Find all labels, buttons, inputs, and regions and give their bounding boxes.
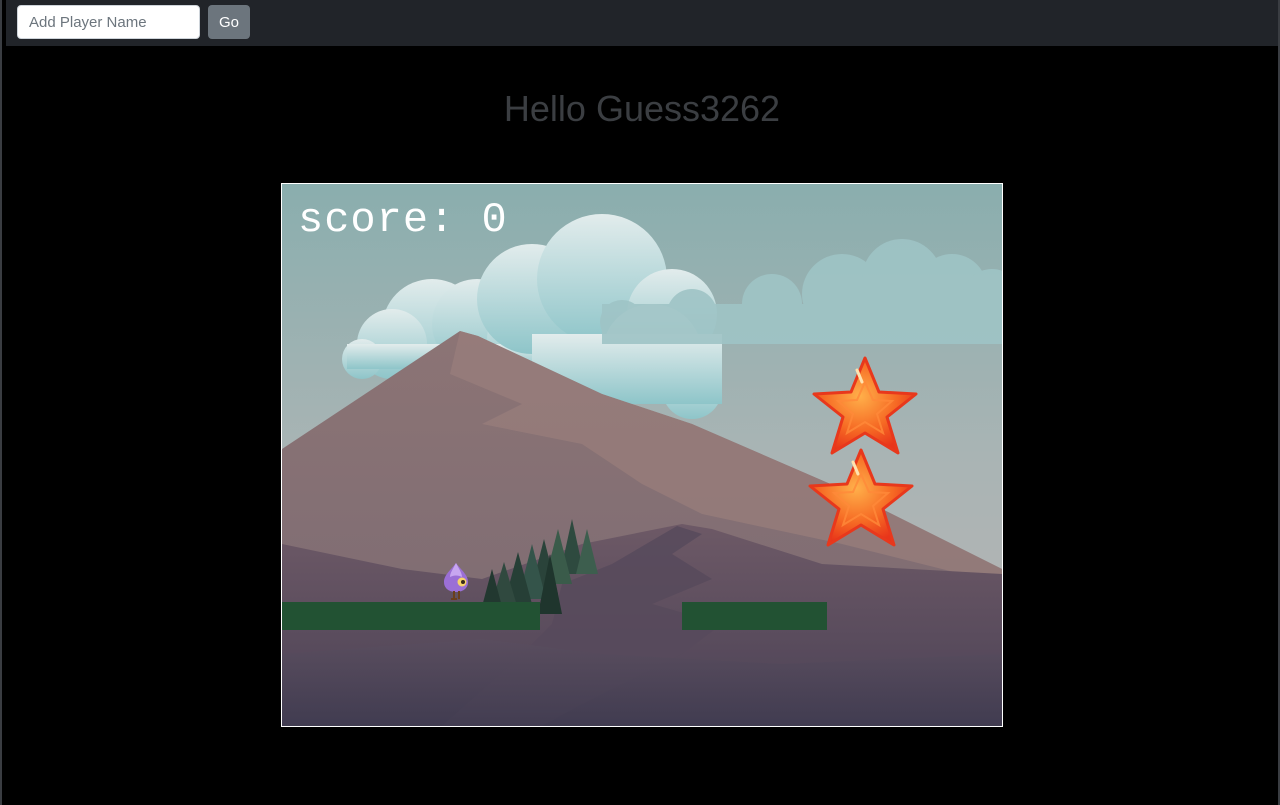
greeting-heading: Hello Guess3262 bbox=[503, 88, 781, 129]
player-name-input[interactable] bbox=[17, 5, 200, 39]
green-platform bbox=[682, 602, 827, 630]
top-navbar: Go bbox=[6, 0, 1278, 46]
green-platform bbox=[282, 602, 540, 630]
game-canvas[interactable]: score: 0 bbox=[281, 183, 1003, 727]
game-scene bbox=[282, 184, 1002, 726]
score-display: score: 0 bbox=[298, 196, 508, 244]
score-label: score: bbox=[298, 196, 456, 244]
go-button[interactable]: Go bbox=[208, 5, 250, 39]
score-value: 0 bbox=[481, 196, 508, 244]
page-frame: Go Hello Guess3262 bbox=[0, 0, 1280, 805]
